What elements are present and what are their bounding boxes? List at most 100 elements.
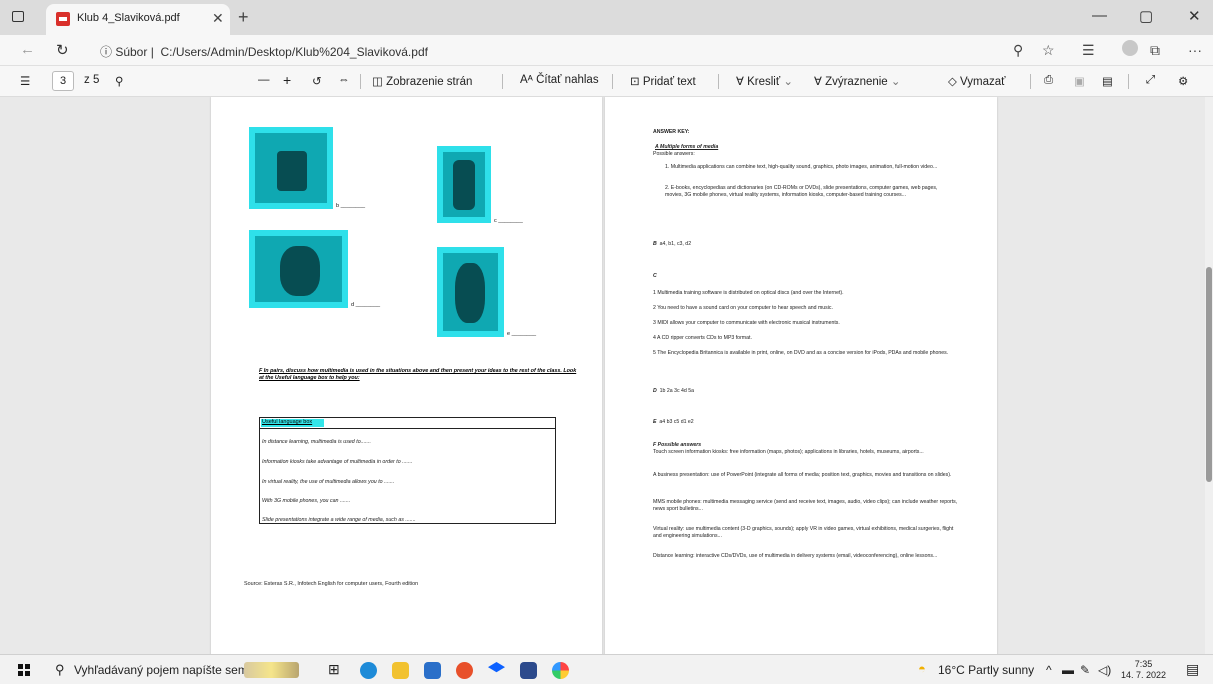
rotate-icon[interactable]: ↺ xyxy=(312,74,322,88)
scrollbar[interactable] xyxy=(1205,97,1213,654)
pdf-page-right: ANSWER KEY: A Multiple forms of media Po… xyxy=(605,97,997,654)
task-view-icon[interactable]: ⊞ xyxy=(328,661,340,678)
page-number-input[interactable]: 3 xyxy=(52,71,74,91)
a-answer-1: 1. Multimedia applications can combine t… xyxy=(665,164,938,170)
clock-time: 7:35 xyxy=(1134,659,1153,669)
tab-title: Klub 4_Slaviková.pdf xyxy=(77,12,180,24)
zoom-out-button[interactable]: — xyxy=(258,74,270,86)
section-d-label: D xyxy=(653,388,657,394)
task-f-instructions: F In pairs, discuss how multimedia is us… xyxy=(259,368,577,381)
tray-expand-icon[interactable]: ^ xyxy=(1046,663,1052,677)
network-icon[interactable]: ▬ xyxy=(1062,663,1074,677)
a-answer-2: 2. E-books, encyclopedias and dictionari… xyxy=(665,185,938,198)
c-answer-4: 4 A CD ripper converts CDs to MP3 format… xyxy=(653,335,752,341)
url-prefix: ⓘ Súbor xyxy=(100,45,148,59)
section-c-label: C xyxy=(653,273,657,279)
caption-d: d ________ xyxy=(351,302,381,308)
pdf-page-left: b ________ c ________ d ________ e _____… xyxy=(211,97,602,654)
weather-text[interactable]: 16°C Partly sunny xyxy=(938,663,1034,677)
useful-line: In distance learning, multimedia is used… xyxy=(262,439,371,445)
highlight-label: Zvýraznenie xyxy=(825,76,888,88)
f-answer-1: Touch screen information kiosks: free in… xyxy=(653,449,924,455)
useful-line: With 3G mobile phones, you can ....... xyxy=(262,498,351,504)
tab-actions-icon[interactable] xyxy=(12,11,24,22)
fullscreen-icon[interactable]: ⤢ xyxy=(1146,74,1155,87)
photos-icon[interactable] xyxy=(552,662,569,679)
divider xyxy=(612,74,613,89)
fit-page-icon[interactable]: ⇔ xyxy=(338,74,350,86)
new-tab-button[interactable]: + xyxy=(238,7,249,28)
taskbar-search[interactable]: ⚲ Vyhľadávaný pojem napíšte sem xyxy=(49,658,309,682)
profile-avatar[interactable] xyxy=(1122,40,1138,56)
read-aloud-button[interactable]: Aᴬ Čítať nahlas xyxy=(520,74,599,86)
page-view-button[interactable]: ◫ Zobrazenie strán xyxy=(372,74,472,88)
photo-distance-learning xyxy=(437,247,504,337)
section-e-label: E xyxy=(653,419,657,425)
add-text-button[interactable]: ⊡ Pridať text xyxy=(630,74,696,88)
search-icon[interactable]: ⚲ xyxy=(115,74,123,88)
clock[interactable]: 7:35 14. 7. 2022 xyxy=(1121,659,1166,681)
divider xyxy=(260,428,555,429)
f-answer-2: A business presentation: use of PowerPoi… xyxy=(653,472,952,478)
save-as-icon[interactable]: ▤ xyxy=(1102,74,1113,88)
weather-icon: ◓ xyxy=(918,661,926,676)
caption-e: e ________ xyxy=(507,331,537,337)
f-answer-4: Virtual reality: use multimedia content … xyxy=(653,526,954,539)
useful-line: Slide presentations integrate a wide ran… xyxy=(262,517,416,523)
zoom-icon[interactable]: ⚲ xyxy=(1013,42,1023,59)
favorite-icon[interactable]: ☆ xyxy=(1042,42,1055,59)
read-aloud-label: Čítať nahlas xyxy=(536,74,599,86)
tab-pdf[interactable]: Klub 4_Slaviková.pdf ✕ xyxy=(46,4,230,35)
file-explorer-icon[interactable] xyxy=(392,662,409,679)
erase-button[interactable]: ◇ Vymazať xyxy=(948,74,1005,88)
maximize-button[interactable]: ▢ xyxy=(1139,7,1153,25)
contents-icon[interactable]: ☰ xyxy=(20,74,30,88)
section-b-label: B xyxy=(653,241,657,247)
mail-icon[interactable] xyxy=(424,662,441,679)
document-viewer[interactable]: b ________ c ________ d ________ e _____… xyxy=(0,97,1205,654)
zoom-in-button[interactable]: + xyxy=(283,72,291,88)
notifications-icon[interactable]: ▤ xyxy=(1186,661,1199,678)
save-icon[interactable]: ▣ xyxy=(1074,74,1085,88)
tab-close-icon[interactable]: ✕ xyxy=(212,10,224,27)
useful-box-title: Useful language box xyxy=(261,419,324,427)
answer-key-heading: ANSWER KEY: xyxy=(653,129,690,135)
address-bar[interactable]: ⓘ Súbor | C:/Users/Admin/Desktop/Klub%20… xyxy=(100,43,428,60)
taskbar: ⚲ Vyhľadávaný pojem napíšte sem ⊞ ◓ 16°C… xyxy=(0,654,1213,684)
back-icon[interactable]: ← xyxy=(20,41,35,58)
print-icon[interactable]: ⎙ xyxy=(1044,74,1053,87)
f-answer-5: Distance learning: interactive CDs/DVDs,… xyxy=(653,553,938,559)
f-answer-3: MMS mobile phones: multimedia messaging … xyxy=(653,499,958,512)
collections-icon[interactable]: ⧉ xyxy=(1150,42,1160,59)
minimize-button[interactable]: — xyxy=(1092,7,1107,24)
c-answer-1: 1 Multimedia training software is distri… xyxy=(653,290,844,296)
section-b-answers: a4, b1, c3, d2 xyxy=(659,241,692,247)
firefox-icon[interactable] xyxy=(456,662,473,679)
c-answer-5: 5 The Encyclopedia Britannica is availab… xyxy=(653,350,949,356)
section-e-answers: a4 b3 c5 d1 e2 xyxy=(659,419,694,425)
windows-start-icon[interactable] xyxy=(18,664,30,676)
pdf-toolbar: ☰ 3 z 5 ⚲ — + ↺ ⇔ ◫ Zobrazenie strán Aᴬ … xyxy=(0,66,1213,97)
photo-virtual-reality xyxy=(249,230,348,308)
address-bar-row: ← ↻ ⓘ Súbor | C:/Users/Admin/Desktop/Klu… xyxy=(0,35,1213,66)
dropbox-icon[interactable] xyxy=(488,662,505,673)
highlight-button[interactable]: ∀ Zvýraznenie ⌄ xyxy=(814,74,901,88)
edge-icon[interactable] xyxy=(360,662,377,679)
section-d-answers: 1b 2a 3c 4d 5a xyxy=(659,388,694,394)
useful-language-box: Useful language box In distance learning… xyxy=(259,417,556,524)
favorites-bar-icon[interactable]: ☰ xyxy=(1082,42,1095,59)
search-icon: ⚲ xyxy=(55,662,65,677)
b-app-icon[interactable] xyxy=(520,662,537,679)
scrollbar-thumb[interactable] xyxy=(1206,267,1212,482)
draw-button[interactable]: ∀ Kresliť ⌄ xyxy=(736,74,793,88)
tab-bar: Klub 4_Slaviková.pdf ✕ + — ▢ ✕ xyxy=(0,0,1213,35)
volume-icon[interactable]: ◁) xyxy=(1098,663,1111,677)
more-icon[interactable]: ··· xyxy=(1188,42,1202,58)
pen-icon[interactable]: ✎ xyxy=(1080,663,1090,677)
settings-icon[interactable]: ⚙ xyxy=(1178,74,1188,88)
divider xyxy=(1030,74,1031,89)
erase-label: Vymazať xyxy=(960,76,1006,88)
refresh-icon[interactable]: ↻ xyxy=(56,41,69,59)
draw-label: Kresliť xyxy=(747,76,781,88)
close-window-button[interactable]: ✕ xyxy=(1188,7,1201,25)
